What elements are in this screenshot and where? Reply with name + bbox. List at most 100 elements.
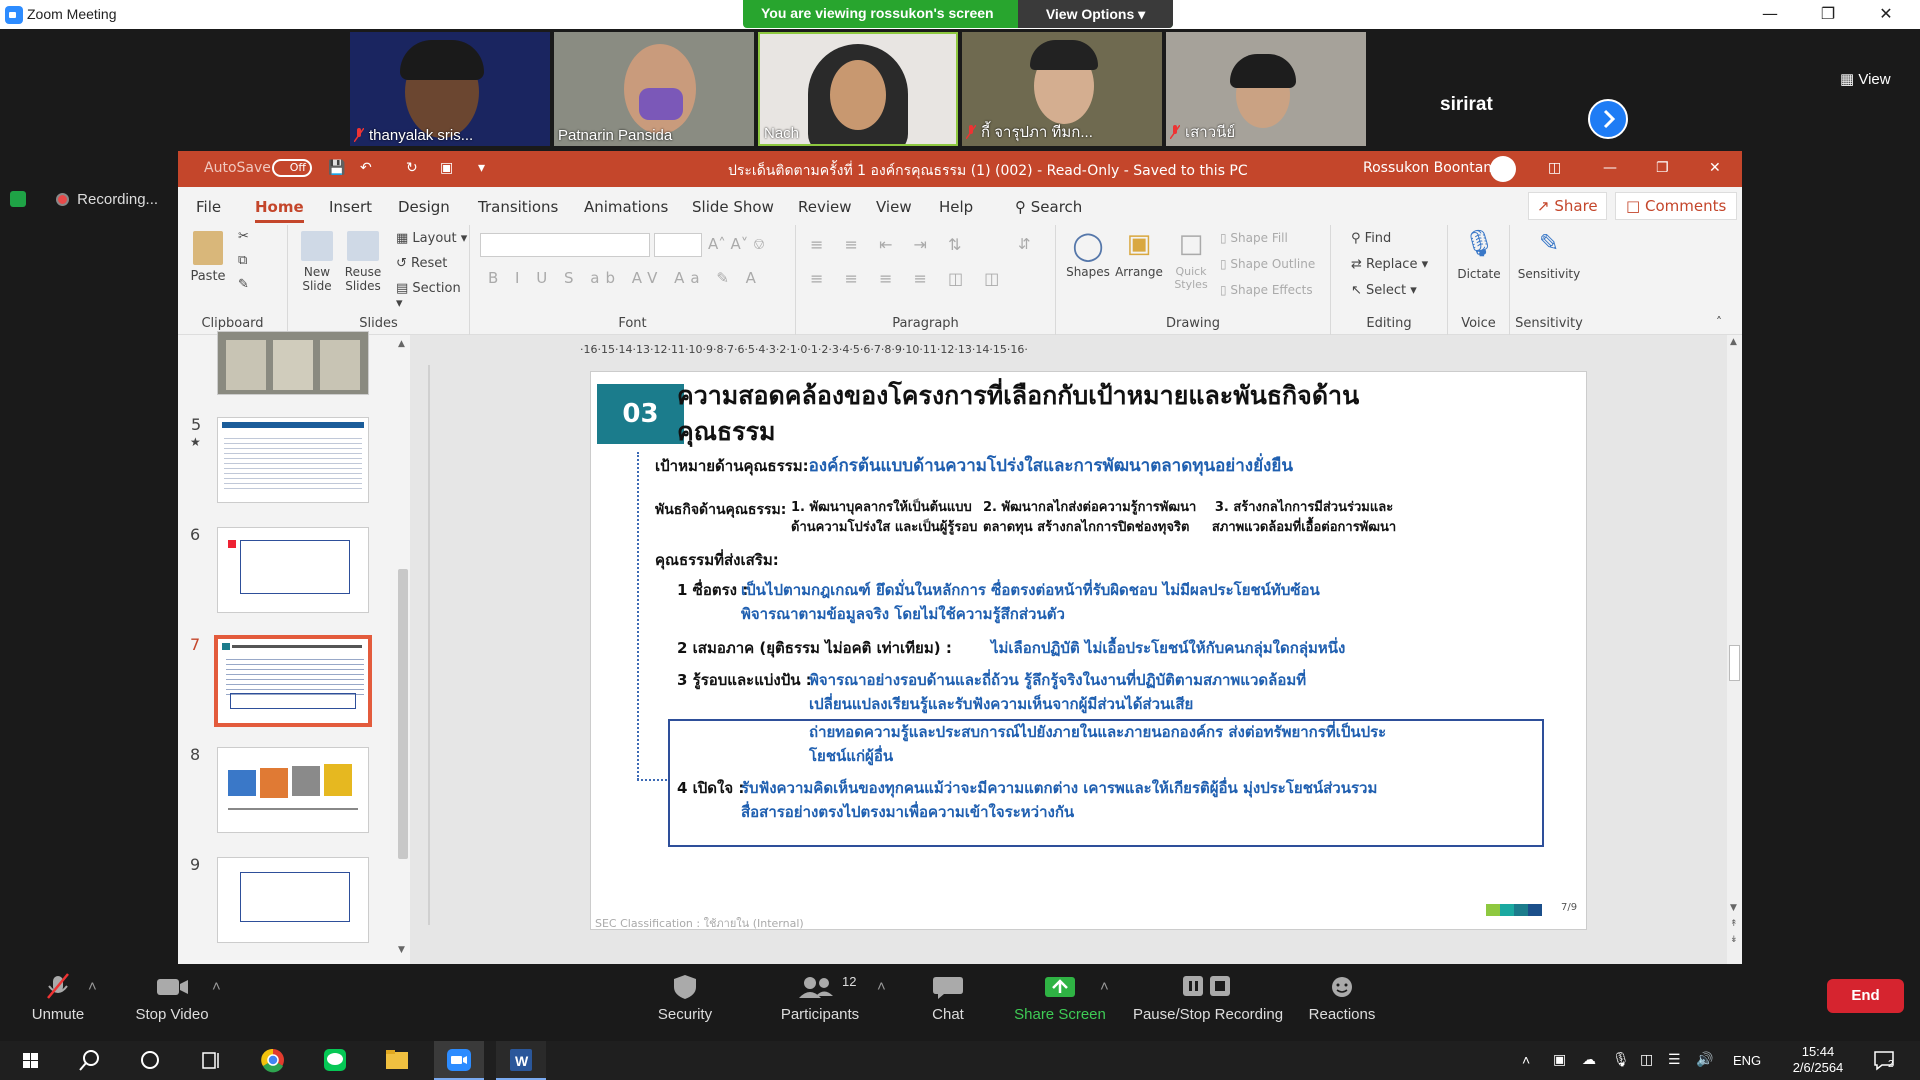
end-meeting-button[interactable]: End bbox=[1827, 979, 1904, 1013]
text-direction-icon[interactable]: ⇵ bbox=[1018, 235, 1031, 253]
slide-thumbnail[interactable] bbox=[217, 527, 369, 613]
close-ppt-button[interactable]: ✕ bbox=[1709, 160, 1721, 176]
find-button[interactable]: ⚲ Find bbox=[1351, 231, 1391, 246]
participant-tile[interactable]: thanyalak sris... bbox=[350, 32, 550, 146]
participant-tile[interactable]: กี้ จารุปภา ทีมก... bbox=[962, 32, 1162, 146]
font-format-buttons[interactable]: B I U S ab AV Aa ✎ A bbox=[488, 269, 762, 287]
shape-effects-button[interactable]: ▯ Shape Effects bbox=[1220, 283, 1313, 297]
cut-icon[interactable]: ✂ bbox=[238, 229, 249, 244]
tab-view[interactable]: View bbox=[876, 198, 912, 216]
recording-indicator[interactable]: Recording... bbox=[10, 191, 158, 219]
minimize-ppt-button[interactable]: — bbox=[1603, 160, 1617, 176]
sensitivity-button[interactable]: ✎ Sensitivity bbox=[1514, 229, 1584, 281]
battery-icon[interactable]: ◫ bbox=[1640, 1051, 1653, 1068]
participant-tile[interactable]: เสาวนีย์ bbox=[1166, 32, 1366, 146]
search-box[interactable]: ⚲ Search bbox=[1015, 198, 1082, 216]
thumbnail-scrollbar[interactable]: ▲ ▼ bbox=[396, 339, 410, 959]
participant-tile[interactable]: Patnarin Pansida bbox=[554, 32, 754, 146]
reuse-slides-button[interactable]: Reuse Slides bbox=[342, 231, 384, 293]
cortana-button[interactable] bbox=[125, 1041, 175, 1080]
collapse-ribbon-icon[interactable]: ˄ bbox=[1716, 315, 1722, 329]
tray-chevron-icon[interactable]: ˄ bbox=[1522, 1052, 1530, 1068]
undo-icon[interactable]: ↶ bbox=[360, 160, 372, 176]
task-view-button[interactable] bbox=[186, 1041, 236, 1080]
security-button[interactable]: Security bbox=[652, 972, 718, 1023]
font-family-select[interactable] bbox=[480, 233, 650, 257]
tab-review[interactable]: Review bbox=[798, 198, 852, 216]
notifications-button[interactable]: 2 bbox=[1872, 1049, 1898, 1071]
participants-options-chevron[interactable]: ˄ bbox=[877, 978, 886, 995]
canvas-scrollbar[interactable]: ▲ ▼ ↟ ↡ bbox=[1727, 335, 1742, 964]
customize-qat-icon[interactable]: ▾ bbox=[478, 160, 485, 176]
wifi-icon[interactable]: ☰ bbox=[1668, 1051, 1681, 1068]
restore-ppt-button[interactable]: ❐ bbox=[1656, 160, 1669, 176]
slide-thumbnail[interactable] bbox=[217, 747, 369, 833]
next-page-button[interactable] bbox=[1588, 99, 1628, 139]
participant-name-only[interactable]: sirirat bbox=[1440, 94, 1493, 116]
pause-recording-button[interactable]: Pause/Stop Recording bbox=[1128, 972, 1288, 1023]
video-options-chevron[interactable]: ˄ bbox=[212, 978, 221, 995]
select-button[interactable]: ↖ Select ▾ bbox=[1351, 283, 1417, 298]
avatar[interactable] bbox=[1490, 156, 1516, 182]
audio-options-chevron[interactable]: ˄ bbox=[88, 978, 97, 995]
layout-button[interactable]: ▦ Layout ▾ bbox=[396, 231, 467, 246]
clock[interactable]: 15:44 2/6/2564 bbox=[1778, 1044, 1858, 1076]
tab-transitions[interactable]: Transitions bbox=[478, 198, 558, 216]
share-options-chevron[interactable]: ˄ bbox=[1100, 978, 1109, 995]
share-screen-button[interactable]: Share Screen bbox=[1010, 972, 1110, 1023]
slide-thumbnail-selected[interactable] bbox=[214, 635, 372, 727]
user-name[interactable]: Rossukon Boontan bbox=[1363, 160, 1492, 176]
microphone-tray-icon[interactable]: 🎙 bbox=[1612, 1051, 1630, 1068]
onedrive-icon[interactable]: ☁ bbox=[1582, 1051, 1596, 1068]
ribbon-display-icon[interactable]: ◫ bbox=[1548, 160, 1561, 176]
tray-camera-icon[interactable]: ▣ bbox=[1553, 1051, 1566, 1068]
slide-thumbnail[interactable] bbox=[217, 857, 369, 943]
tab-insert[interactable]: Insert bbox=[329, 198, 372, 216]
list-buttons[interactable]: ≡ ≡ ⇤ ⇥ ⇅ bbox=[810, 235, 969, 254]
tab-home[interactable]: Home bbox=[255, 198, 304, 223]
unmute-button[interactable]: Unmute bbox=[28, 972, 88, 1023]
chrome-taskbar-button[interactable] bbox=[248, 1041, 298, 1080]
slide-thumbnail[interactable] bbox=[217, 417, 369, 503]
volume-icon[interactable]: 🔊 bbox=[1696, 1051, 1713, 1068]
reactions-button[interactable]: Reactions bbox=[1300, 972, 1384, 1023]
slide-thumbnail[interactable] bbox=[217, 331, 369, 395]
present-icon[interactable]: ▣ bbox=[440, 160, 453, 176]
arrange-button[interactable]: ▣ Arrange bbox=[1114, 229, 1164, 279]
word-taskbar-button[interactable]: W bbox=[496, 1041, 546, 1080]
tab-animations[interactable]: Animations bbox=[584, 198, 668, 216]
participant-tile-active-speaker[interactable]: Nach bbox=[758, 32, 958, 146]
dictate-button[interactable]: 🎙 Dictate bbox=[1456, 229, 1502, 281]
restore-button[interactable]: ❐ bbox=[1799, 0, 1857, 29]
shapes-button[interactable]: ◯ Shapes bbox=[1066, 229, 1110, 279]
chat-button[interactable]: Chat bbox=[918, 972, 978, 1023]
paste-button[interactable]: Paste bbox=[190, 231, 226, 284]
line-taskbar-button[interactable] bbox=[310, 1041, 360, 1080]
redo-icon[interactable]: ↻ bbox=[406, 160, 418, 176]
copy-icon[interactable]: ⧉ bbox=[238, 253, 247, 268]
new-slide-button[interactable]: New Slide bbox=[296, 231, 338, 293]
format-painter-icon[interactable]: ✎ bbox=[238, 277, 249, 292]
increase-font-icon[interactable]: A˄ A˅ ⎊ bbox=[708, 235, 765, 253]
section-button[interactable]: ▤ Section ▾ bbox=[396, 281, 469, 311]
autosave-toggle[interactable]: Off bbox=[272, 159, 312, 177]
start-button[interactable] bbox=[5, 1041, 55, 1080]
reset-button[interactable]: ↺ Reset bbox=[396, 256, 447, 271]
shape-outline-button[interactable]: ▯ Shape Outline bbox=[1220, 257, 1315, 271]
search-taskbar-button[interactable] bbox=[64, 1041, 114, 1080]
language-indicator[interactable]: ENG bbox=[1733, 1053, 1761, 1068]
minimize-button[interactable]: — bbox=[1741, 0, 1799, 29]
save-icon[interactable]: 💾 bbox=[328, 160, 345, 176]
close-button[interactable]: ✕ bbox=[1857, 0, 1915, 29]
shape-fill-button[interactable]: ▯ Shape Fill bbox=[1220, 231, 1288, 245]
font-size-select[interactable] bbox=[654, 233, 702, 257]
tab-slide-show[interactable]: Slide Show bbox=[692, 198, 774, 216]
stop-video-button[interactable]: Stop Video bbox=[132, 972, 212, 1023]
align-buttons[interactable]: ≡ ≡ ≡ ≡ ◫ ◫ bbox=[810, 269, 1007, 288]
comments-button[interactable]: □ Comments bbox=[1615, 192, 1738, 220]
replace-button[interactable]: ⇄ Replace ▾ bbox=[1351, 257, 1428, 272]
tab-help[interactable]: Help bbox=[939, 198, 973, 216]
participants-button[interactable]: 12 Participants bbox=[770, 972, 870, 1023]
quick-styles-button[interactable]: □ Quick Styles bbox=[1166, 229, 1216, 291]
view-button[interactable]: ▦ View bbox=[1840, 70, 1891, 88]
